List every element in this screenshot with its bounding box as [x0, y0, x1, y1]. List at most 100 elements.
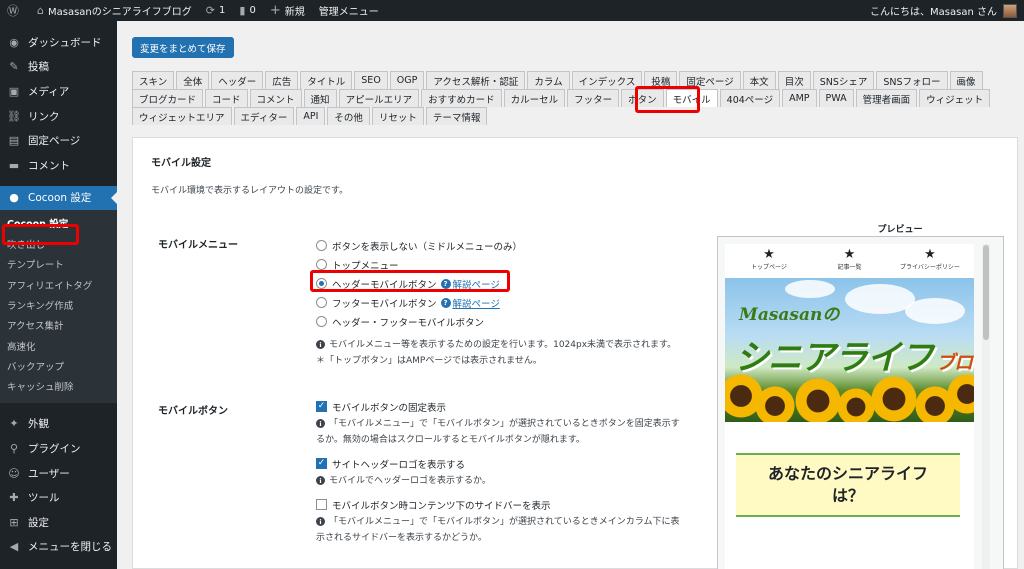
- mobile-menu-radio-option[interactable]: フッターモバイルボタン? 解説ページ: [316, 293, 676, 312]
- sidebar-item-settings[interactable]: ⊞ 設定: [0, 510, 117, 535]
- submenu-item[interactable]: バックアップ: [0, 356, 117, 376]
- tab-item[interactable]: SNSフォロー: [876, 71, 948, 89]
- sidebar-item-pin[interactable]: ✎ 投稿: [0, 55, 117, 80]
- tab-item[interactable]: SNSシェア: [812, 71, 875, 89]
- tab-item[interactable]: タイトル: [300, 71, 353, 89]
- tab-item[interactable]: カルーセル: [503, 89, 566, 107]
- tab-item[interactable]: 全体: [176, 71, 210, 89]
- refresh-icon: ⟳: [205, 4, 215, 17]
- preview-nav-item[interactable]: ★ トップページ: [729, 244, 809, 278]
- tab-item[interactable]: API: [296, 107, 326, 125]
- logo-sub-text: ブログ: [936, 352, 974, 374]
- tab-item[interactable]: カラム: [527, 71, 570, 89]
- radio-icon: [316, 316, 327, 327]
- submenu-item[interactable]: アクセス集計: [0, 315, 117, 335]
- preview-nav-item[interactable]: ★ プライバシーポリシー: [890, 244, 970, 278]
- cocoon-icon: ●: [9, 191, 19, 205]
- tab-item[interactable]: リセット: [371, 107, 424, 125]
- wp-logo-button[interactable]: Ⓦ: [0, 0, 30, 21]
- account-link[interactable]: こんにちは、Masasan さん: [863, 0, 1024, 21]
- comments-link[interactable]: ▮ 0: [232, 0, 262, 21]
- tab-item[interactable]: スキン: [132, 71, 175, 89]
- preview-nav-item[interactable]: ★ 記事一覧: [810, 244, 890, 278]
- tab-item[interactable]: ウィジェット: [919, 89, 991, 107]
- highlight-mobile-tab: [635, 86, 700, 113]
- sidebar-item-appearance[interactable]: ✦ 外観: [0, 412, 117, 437]
- tab-item[interactable]: ブログカード: [132, 89, 204, 107]
- preview-scrollbar[interactable]: [982, 244, 990, 569]
- sidebar-item-comment[interactable]: ▬ コメント: [0, 153, 117, 178]
- mobile-menu-options: ボタンを表示しない（ミドルメニューのみ） トップメニュー ヘッダーモバイルボタン? 解…: [316, 236, 676, 369]
- submenu-item[interactable]: ランキング作成: [0, 295, 117, 315]
- tab-item[interactable]: フッター: [567, 89, 620, 107]
- sidebar-item-collapse[interactable]: ◀ メニューを閉じる: [0, 535, 117, 560]
- preview-brand-text: Masasanの: [739, 305, 840, 325]
- tab-item[interactable]: 本文: [742, 71, 776, 89]
- sidebar-item-users[interactable]: ☺ ユーザー: [0, 461, 117, 486]
- sidebar-item-label: コメント: [28, 159, 70, 172]
- scrollbar-thumb[interactable]: [983, 245, 989, 340]
- mobile-menu-radio-option[interactable]: ヘッダー・フッターモバイルボタン: [316, 312, 676, 331]
- preview-mobile-nav: ★ トップページ ★ 記事一覧 ★ プライバシーポリシー: [725, 244, 974, 278]
- note-text: モバイルメニュー等を表示するための設定を行います。1024px未満で表示されます…: [329, 340, 677, 350]
- sidebar-item-link[interactable]: ⛓ リンク: [0, 104, 117, 129]
- tab-item[interactable]: コード: [205, 89, 248, 107]
- header-logo-checkbox[interactable]: ✓ サイトヘッダーロゴを表示する: [316, 454, 680, 473]
- submenu-item[interactable]: キャッシュ削除: [0, 376, 117, 396]
- submenu-item[interactable]: 高速化: [0, 336, 117, 356]
- submenu-item[interactable]: アフィリエイトタグ: [0, 274, 117, 294]
- tab-item[interactable]: 管理者画面: [855, 89, 918, 107]
- tab-item[interactable]: アピールエリア: [338, 89, 420, 107]
- tab-item[interactable]: インデックス: [571, 71, 643, 89]
- tab-item[interactable]: エディター: [233, 107, 295, 125]
- comment-icon: ▬: [8, 158, 20, 172]
- tab-item[interactable]: AMP: [782, 89, 817, 107]
- manage-menu-link[interactable]: 管理メニュー: [312, 0, 386, 21]
- preview-nav-label: トップページ: [751, 264, 787, 271]
- sidebar-item-media[interactable]: ▣ メディア: [0, 79, 117, 104]
- tab-item[interactable]: ヘッダー: [211, 71, 264, 89]
- preview-catch-box: あなたのシニアライフは？: [736, 453, 960, 517]
- tab-item[interactable]: PWA: [818, 89, 854, 107]
- mobile-settings-panel: モバイル設定 モバイル環境で表示するレイアウトの設定です。 モバイルメニュー ボ…: [132, 137, 1018, 569]
- tab-item[interactable]: コメント: [249, 89, 302, 107]
- preview-header-image: Masasanの シニアライフブログ: [725, 278, 974, 422]
- help-page-link[interactable]: ? 解説ページ: [440, 296, 500, 310]
- tab-item[interactable]: 通知: [303, 89, 337, 107]
- tab-item[interactable]: 404ページ: [719, 89, 781, 107]
- tab-item[interactable]: アクセス解析・認証: [426, 71, 526, 89]
- main-content: 変更をまとめて保存 スキン 全体 ヘッダー 広告 タイトル SEO OGP アクセス解析・認証…: [117, 21, 1024, 569]
- tab-item[interactable]: 広告: [265, 71, 299, 89]
- tab-item[interactable]: SEO: [354, 71, 388, 89]
- sidebar-item-page[interactable]: ▤ 固定ページ: [0, 128, 117, 153]
- tab-item[interactable]: その他: [327, 107, 370, 125]
- submenu-item[interactable]: テンプレート: [0, 254, 117, 274]
- mobile-preview: ★ トップページ ★ 記事一覧 ★ プライバシーポリシー Masasanの シニアライフブ…: [717, 236, 1004, 569]
- sidebar-item-tools[interactable]: ✚ ツール: [0, 485, 117, 510]
- highlight-cocoon-settings: [2, 224, 79, 245]
- sidebar-item-label: リンク: [28, 110, 60, 123]
- new-content-link[interactable]: + 新規: [263, 0, 312, 21]
- sidebar-item-label: メニューを閉じる: [28, 541, 112, 554]
- sidebar-item-label: プラグイン: [28, 443, 81, 456]
- fixed-mobile-button-checkbox[interactable]: ✓ モバイルボタンの固定表示: [316, 397, 680, 416]
- sidebar-item-cocoon-settings[interactable]: ● Cocoon 設定: [0, 185, 117, 211]
- sidebar-item-plugin[interactable]: ⚲ プラグイン: [0, 436, 117, 461]
- tab-item[interactable]: 画像: [949, 71, 983, 89]
- mobile-menu-radio-option[interactable]: ボタンを表示しない（ミドルメニューのみ）: [316, 236, 676, 255]
- sidebar-item-dashboard[interactable]: ◉ ダッシュボード: [0, 30, 117, 55]
- tab-item[interactable]: おすすめカード: [421, 89, 502, 107]
- sidebar-below-content-checkbox[interactable]: モバイルボタン時コンテンツ下のサイドバーを表示: [316, 495, 680, 514]
- tab-item[interactable]: ウィジェットエリア: [132, 107, 232, 125]
- site-name-label: Masasanのシニアライフブログ: [48, 7, 192, 18]
- appearance-icon: ✦: [9, 417, 19, 431]
- radio-icon: [316, 297, 327, 308]
- tab-item[interactable]: テーマ情報: [425, 107, 488, 125]
- sidebar-item-label: ツール: [28, 492, 60, 505]
- tab-item[interactable]: OGP: [389, 71, 425, 89]
- tab-item[interactable]: 目次: [777, 71, 811, 89]
- site-name-link[interactable]: ⌂ Masasanのシニアライフブログ: [30, 0, 199, 21]
- save-all-button[interactable]: 変更をまとめて保存: [132, 37, 234, 58]
- updates-link[interactable]: ⟳ 1: [199, 0, 233, 21]
- users-icon: ☺: [8, 466, 20, 480]
